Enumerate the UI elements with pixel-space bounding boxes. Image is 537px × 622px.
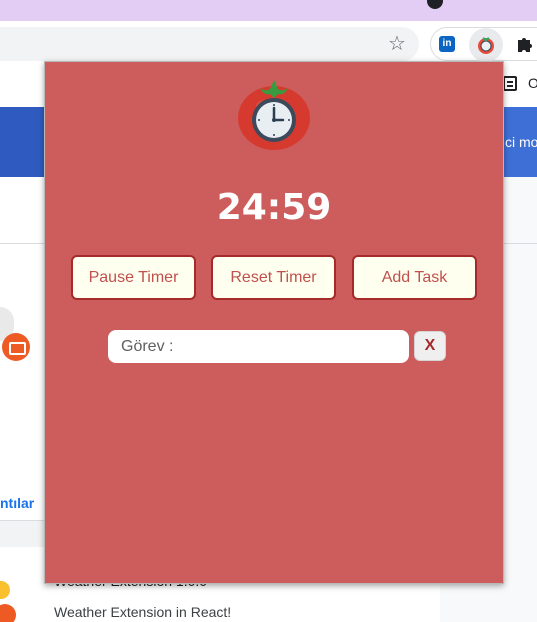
- page-top-text: O: [528, 75, 537, 91]
- browser-titlebar: [0, 0, 537, 21]
- task-input[interactable]: [108, 330, 409, 363]
- camera-icon: [2, 333, 30, 361]
- tomato-timer-icon: [478, 37, 494, 54]
- timer-display: 24:59: [216, 187, 332, 228]
- browser-toolbar: ☆: [0, 21, 537, 61]
- tomato-clock-icon: [236, 76, 312, 152]
- profile-icon[interactable]: [427, 0, 443, 9]
- extension-card-description: Weather Extension in React!: [54, 604, 232, 620]
- extension-card-link[interactable]: ntılar: [0, 495, 34, 511]
- add-task-button[interactable]: Add Task: [352, 255, 477, 300]
- puzzle-icon[interactable]: [515, 32, 537, 54]
- reset-timer-button[interactable]: Reset Timer: [211, 255, 336, 300]
- address-bar[interactable]: [0, 27, 419, 61]
- reading-list-icon[interactable]: [503, 76, 517, 91]
- pomodoro-popup: 24:59 Pause Timer Reset Timer Add Task X: [44, 61, 504, 584]
- linkedin-icon[interactable]: in: [439, 36, 455, 52]
- star-icon[interactable]: ☆: [385, 31, 409, 55]
- page-header-text: ci mo: [505, 134, 537, 150]
- pause-timer-button[interactable]: Pause Timer: [71, 255, 196, 300]
- page-header-left: [0, 107, 44, 177]
- delete-task-button[interactable]: X: [414, 331, 446, 361]
- tomato-timer-extension-button[interactable]: [469, 28, 503, 62]
